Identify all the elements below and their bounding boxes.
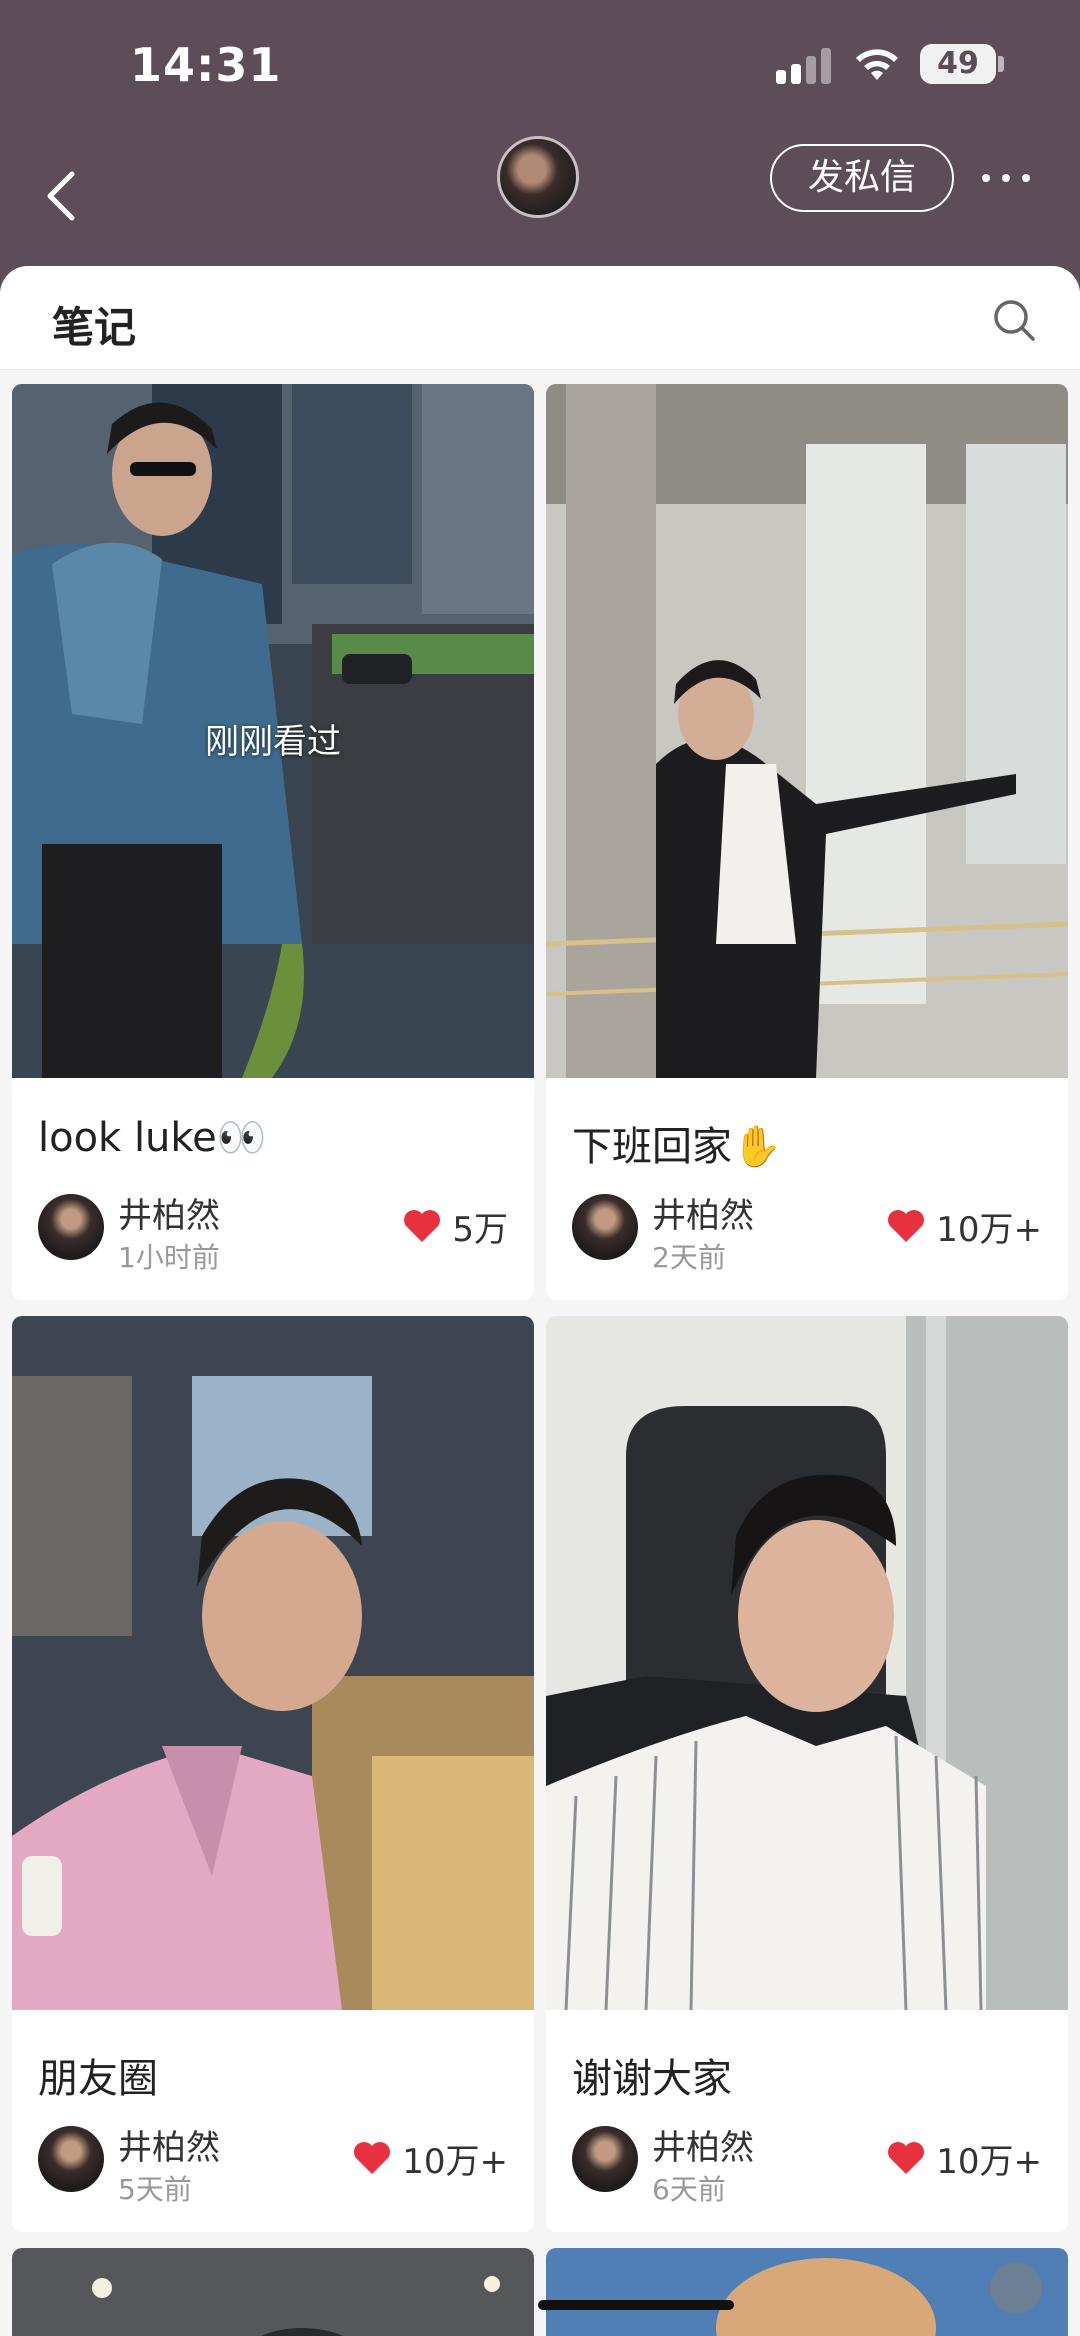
author-name[interactable]: 井柏然 <box>118 2120 220 2169</box>
author-name[interactable]: 井柏然 <box>652 2120 754 2169</box>
sheet-header: 笔记 <box>0 266 1080 370</box>
profile-avatar[interactable] <box>497 136 579 218</box>
battery-icon: 49 <box>920 44 996 84</box>
like-count-value: 5万 <box>452 1209 508 1250</box>
note-card[interactable] <box>546 2248 1068 2336</box>
note-cover-image[interactable] <box>546 384 1068 1078</box>
note-card[interactable]: 朋友圈 井柏然 5天前 10万+ <box>12 1316 534 2232</box>
note-title: 朋友圈 <box>38 2056 158 2102</box>
post-time: 5天前 <box>118 2173 192 2206</box>
status-bar: 14:31 49 <box>0 0 1080 130</box>
post-time: 1小时前 <box>118 1241 220 1274</box>
like-count-value: 10万+ <box>936 1209 1042 1250</box>
heart-icon <box>888 1210 925 1242</box>
author-name[interactable]: 井柏然 <box>652 1188 754 1237</box>
search-icon[interactable] <box>990 296 1038 344</box>
note-title: 谢谢大家 <box>572 2056 732 2102</box>
post-time: 2天前 <box>652 1241 726 1274</box>
like-count[interactable]: 10万+ <box>886 2136 1042 2182</box>
heart-icon <box>404 1210 441 1242</box>
author-name[interactable]: 井柏然 <box>118 1188 220 1237</box>
status-time: 14:31 <box>130 38 282 92</box>
note-title: 下班回家✋ <box>572 1124 782 1170</box>
author-avatar[interactable] <box>38 1194 104 1260</box>
note-cover-image[interactable] <box>12 1316 534 2010</box>
note-cover-image[interactable] <box>546 2248 1068 2336</box>
cellular-signal-icon <box>776 48 836 84</box>
note-cover-image[interactable] <box>546 1316 1068 2010</box>
author-avatar[interactable] <box>38 2126 104 2192</box>
section-title: 笔记 <box>52 303 137 352</box>
like-count[interactable]: 5万 <box>402 1204 508 1250</box>
back-icon[interactable] <box>36 154 116 234</box>
note-title: look luke👀 <box>38 1115 267 1161</box>
send-message-button[interactable]: 发私信 <box>770 144 954 212</box>
like-count[interactable]: 10万+ <box>352 2136 508 2182</box>
more-options-icon[interactable] <box>976 170 1036 190</box>
like-count-value: 10万+ <box>936 2141 1042 2182</box>
recently-viewed-label: 刚刚看过 <box>205 722 341 762</box>
heart-icon <box>888 2142 925 2174</box>
battery-tip <box>998 56 1004 72</box>
note-cover-image[interactable] <box>12 2248 534 2336</box>
like-count[interactable]: 10万+ <box>886 1204 1042 1250</box>
wifi-icon <box>856 49 898 80</box>
note-card[interactable] <box>12 2248 534 2336</box>
author-avatar[interactable] <box>572 1194 638 1260</box>
note-card[interactable]: 谢谢大家 井柏然 6天前 10万+ <box>546 1316 1068 2232</box>
note-card[interactable]: 下班回家✋ 井柏然 2天前 10万+ <box>546 384 1068 1300</box>
like-count-value: 10万+ <box>402 2141 508 2182</box>
home-indicator <box>538 2300 734 2310</box>
notes-sheet: 笔记 刚刚看过 look luke👀 井柏然 1小时前 5万 下班回家✋ 井柏然… <box>0 266 1080 2336</box>
note-card[interactable]: 刚刚看过 look luke👀 井柏然 1小时前 5万 <box>12 384 534 1300</box>
author-avatar[interactable] <box>572 2126 638 2192</box>
post-time: 6天前 <box>652 2173 726 2206</box>
top-nav: 发私信 <box>0 130 1080 266</box>
heart-icon <box>354 2142 391 2174</box>
